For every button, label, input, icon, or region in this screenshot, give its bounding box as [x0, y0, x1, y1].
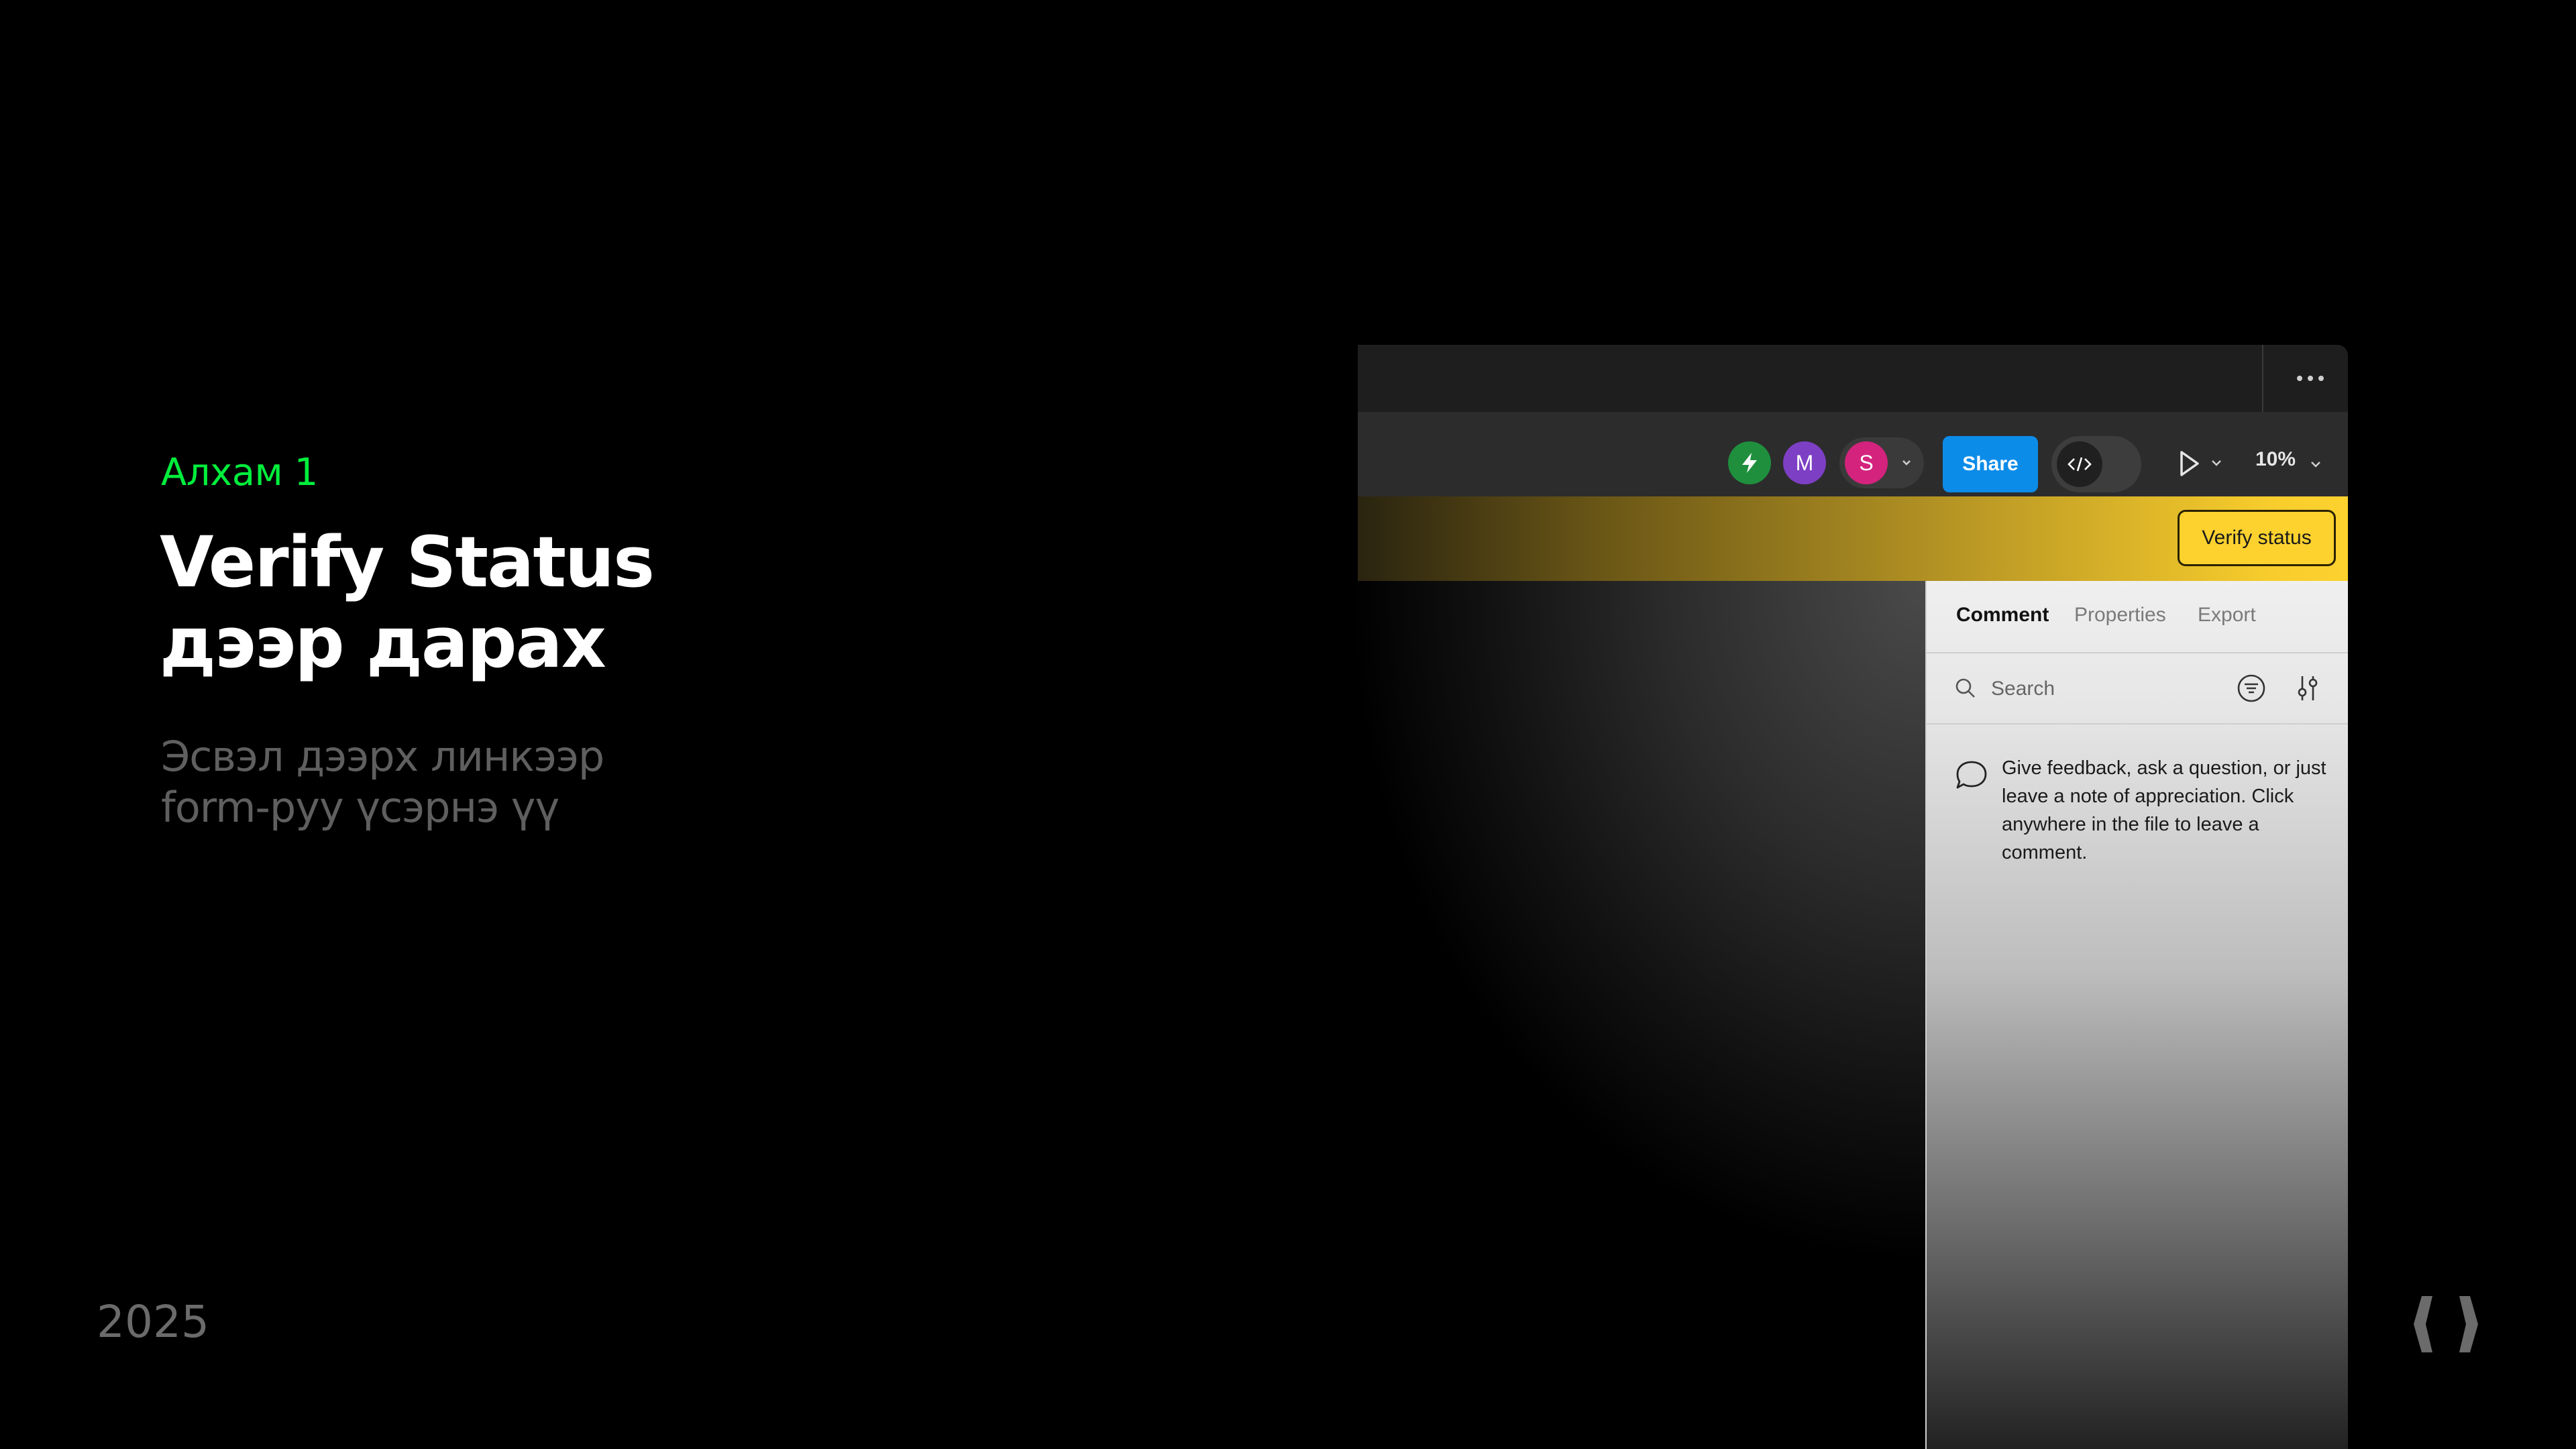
avatar-s: S — [1845, 441, 1888, 484]
more-options-button[interactable] — [2290, 365, 2330, 392]
empty-state-text: Give feedback, ask a question, or just l… — [2002, 757, 2326, 863]
dev-mode-toggle[interactable] — [2051, 436, 2141, 492]
zoom-chevron-down-icon[interactable] — [2309, 458, 2322, 471]
tab-properties[interactable]: Properties — [2074, 604, 2166, 627]
comment-bubble-icon — [1956, 761, 1987, 789]
title-bar-divider — [2262, 345, 2263, 412]
play-icon — [2180, 451, 2199, 476]
dev-mode-knob — [2057, 441, 2102, 487]
zoom-level[interactable]: 10% — [2255, 448, 2296, 471]
search-icon — [1955, 678, 1975, 698]
current-user-menu[interactable]: S — [1839, 437, 1924, 488]
lightning-icon — [1742, 453, 1757, 473]
sliders-icon[interactable] — [2294, 674, 2321, 703]
title-bar — [1358, 345, 2348, 412]
search-input[interactable] — [1990, 674, 2194, 704]
heading-line-2: дээр дарах — [160, 602, 606, 684]
more-dots-icon — [2297, 376, 2302, 381]
subtext-line-1: Эсвэл дээрх линкээр — [161, 732, 604, 781]
chevron-down-icon — [1902, 460, 1911, 466]
toolbar: M S Share 10% — [1358, 412, 2348, 496]
chevron-down-icon — [2212, 460, 2221, 466]
slide-heading: Verify Status дээр дарах — [160, 521, 655, 684]
slide-subtext: Эсвэл дээрх линкээр form-руу үсэрнэ үү — [161, 731, 604, 833]
avatar-plugin[interactable] — [1728, 441, 1771, 484]
tab-export[interactable]: Export — [2198, 604, 2256, 627]
share-button[interactable]: Share — [1943, 436, 2038, 492]
present-button[interactable] — [2175, 447, 2229, 480]
avatar-m[interactable]: M — [1783, 441, 1826, 484]
step-label: Алхам 1 — [161, 451, 318, 494]
verify-status-button[interactable]: Verify status — [2178, 510, 2336, 566]
code-icon — [2068, 457, 2092, 472]
verify-banner: Verify status — [1358, 496, 2348, 581]
comment-search-row — [1927, 653, 2348, 724]
design-canvas[interactable] — [1358, 581, 1925, 1449]
app-window: M S Share 10% Verify status Comment Prop… — [1358, 345, 2348, 1449]
subtext-line-2: form-руу үсэрнэ үү — [161, 783, 559, 832]
filter-icon[interactable] — [2237, 674, 2266, 703]
year-label: 2025 — [97, 1296, 209, 1348]
heading-line-1: Verify Status — [160, 521, 655, 603]
right-panel: Comment Properties Export Search Give fe… — [1925, 581, 2348, 1449]
tab-comment[interactable]: Comment — [1956, 604, 2049, 627]
panel-tabs: Comment Properties Export — [1927, 581, 2348, 653]
brand-logo-icon — [2414, 1296, 2478, 1352]
